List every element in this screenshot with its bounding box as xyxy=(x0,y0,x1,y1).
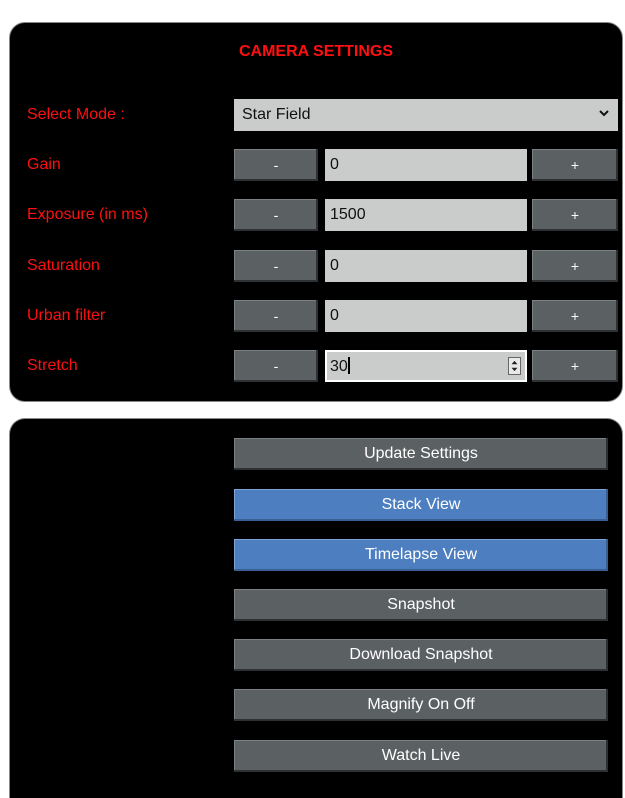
mode-select-value: Star Field xyxy=(242,106,311,123)
stretch-label: Stretch xyxy=(27,357,78,374)
stretch-row: Stretch - 30 + xyxy=(10,349,622,383)
stretch-input[interactable]: 30 xyxy=(324,349,528,383)
exposure-input[interactable]: 1500 xyxy=(325,199,527,231)
update-settings-button[interactable]: Update Settings xyxy=(234,438,608,470)
snapshot-button[interactable]: Snapshot xyxy=(234,589,608,621)
exposure-decrease-button[interactable]: - xyxy=(234,199,318,231)
gain-decrease-button[interactable]: - xyxy=(234,149,318,181)
mode-row: Select Mode : Star Field xyxy=(10,99,622,131)
gain-input[interactable]: 0 xyxy=(325,149,527,181)
gain-label: Gain xyxy=(27,156,61,173)
stretch-increase-button[interactable]: + xyxy=(532,350,618,382)
urban-filter-input[interactable]: 0 xyxy=(325,300,527,332)
urban-filter-row: Urban filter - 0 + xyxy=(10,300,622,332)
saturation-decrease-button[interactable]: - xyxy=(234,250,318,282)
camera-settings-panel: CAMERA SETTINGS Select Mode : Star Field… xyxy=(9,22,623,402)
saturation-row: Saturation - 0 + xyxy=(10,250,622,282)
exposure-increase-button[interactable]: + xyxy=(532,199,618,231)
spinner-arrows-icon[interactable] xyxy=(508,357,521,375)
saturation-label: Saturation xyxy=(27,257,100,274)
timelapse-view-button[interactable]: Timelapse View xyxy=(234,539,608,571)
stack-view-button[interactable]: Stack View xyxy=(234,489,608,521)
mode-label: Select Mode : xyxy=(27,106,125,123)
settings-title: CAMERA SETTINGS xyxy=(238,43,394,60)
exposure-row: Exposure (in ms) - 1500 + xyxy=(10,199,622,231)
text-caret xyxy=(347,357,350,374)
stretch-decrease-button[interactable]: - xyxy=(234,350,318,382)
download-snapshot-button[interactable]: Download Snapshot xyxy=(234,639,608,671)
urban-filter-increase-button[interactable]: + xyxy=(532,300,618,332)
saturation-increase-button[interactable]: + xyxy=(532,250,618,282)
stretch-input-value: 30 xyxy=(330,358,348,375)
urban-filter-label: Urban filter xyxy=(27,307,106,324)
urban-filter-decrease-button[interactable]: - xyxy=(234,300,318,332)
saturation-input[interactable]: 0 xyxy=(325,250,527,282)
watch-live-button[interactable]: Watch Live xyxy=(234,740,608,772)
actions-panel: Update Settings Stack View Timelapse Vie… xyxy=(9,418,623,798)
gain-row: Gain - 0 + xyxy=(10,149,622,181)
magnify-toggle-button[interactable]: Magnify On Off xyxy=(234,689,608,721)
gain-increase-button[interactable]: + xyxy=(532,149,618,181)
exposure-label: Exposure (in ms) xyxy=(27,206,148,223)
chevron-down-icon xyxy=(599,110,609,117)
mode-select[interactable]: Star Field xyxy=(234,99,618,131)
